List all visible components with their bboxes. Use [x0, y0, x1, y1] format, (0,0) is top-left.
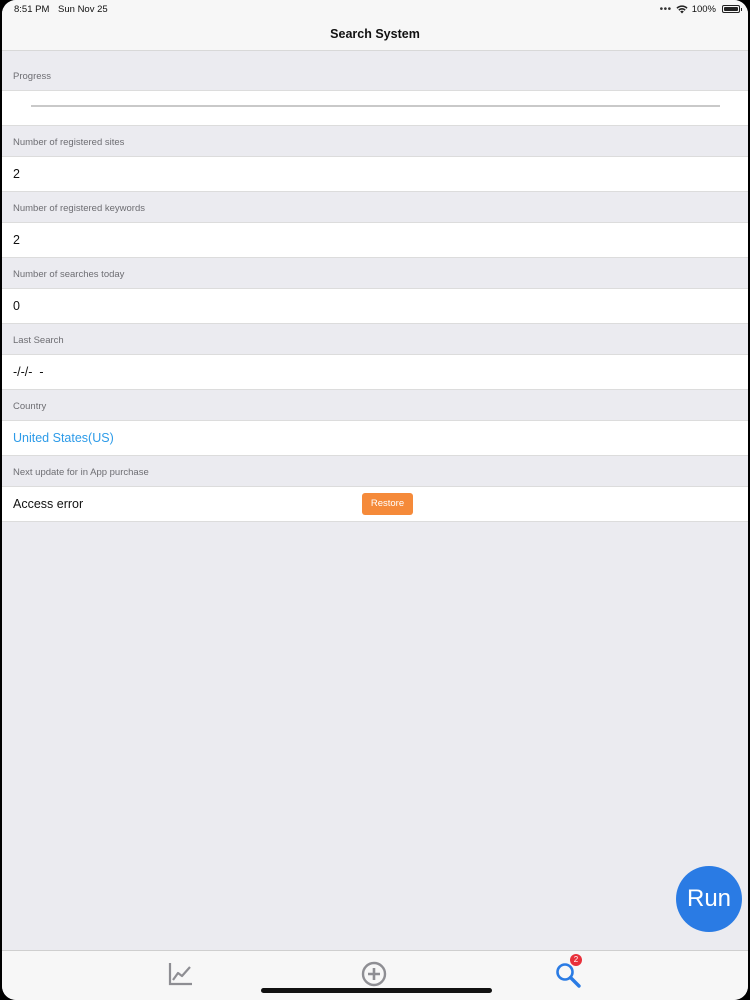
- searches-today-cell: 0: [2, 288, 748, 324]
- wifi-icon: [676, 5, 688, 14]
- status-time: 8:51 PM: [14, 4, 50, 15]
- country-cell[interactable]: United States(US): [2, 420, 748, 456]
- run-button[interactable]: Run: [676, 866, 742, 932]
- registered-keywords-cell: 2: [2, 222, 748, 258]
- next-update-value: Access error: [13, 497, 84, 511]
- next-update-header: Next update for in App purchase: [13, 467, 149, 478]
- progress-cell: [2, 90, 748, 126]
- status-time-date: 8:51 PM Sun Nov 25: [14, 4, 114, 15]
- navigation-bar: Search System: [2, 18, 748, 51]
- restore-button[interactable]: Restore: [362, 493, 413, 515]
- app-screen: 8:51 PM Sun Nov 25 ••• 100% Search Syste…: [2, 0, 748, 1000]
- tab-search[interactable]: 2: [553, 954, 583, 989]
- add-circle-icon: [361, 961, 387, 987]
- notification-badge: 2: [570, 954, 582, 966]
- tab-add[interactable]: [359, 959, 389, 989]
- page-title: Search System: [330, 27, 420, 41]
- registered-sites-cell: 2: [2, 156, 748, 192]
- searches-today-value: 0: [13, 299, 20, 313]
- last-search-header: Last Search: [13, 335, 64, 346]
- status-bar: 8:51 PM Sun Nov 25 ••• 100%: [2, 0, 748, 18]
- tab-chart[interactable]: [165, 959, 195, 989]
- home-indicator[interactable]: [261, 988, 492, 993]
- battery-icon: [722, 5, 742, 13]
- country-value[interactable]: United States(US): [13, 431, 114, 445]
- chart-icon: [168, 963, 192, 986]
- multitasking-dots-icon: •••: [659, 4, 672, 15]
- last-search-cell: -/-/- -: [2, 354, 748, 390]
- progress-bar: [31, 105, 720, 107]
- next-update-cell: Access error Restore: [2, 486, 748, 522]
- last-search-value: -/-/- -: [13, 365, 44, 379]
- registered-keywords-value: 2: [13, 233, 20, 247]
- country-header: Country: [13, 401, 47, 412]
- progress-header: Progress: [13, 71, 52, 82]
- searches-today-header: Number of searches today: [13, 269, 125, 280]
- registered-keywords-header: Number of registered keywords: [13, 203, 145, 214]
- registered-sites-header: Number of registered sites: [13, 137, 125, 148]
- status-date: Sun Nov 25: [58, 4, 108, 15]
- registered-sites-value: 2: [13, 167, 20, 181]
- battery-percent: 100%: [691, 4, 716, 15]
- status-indicators: ••• 100%: [660, 4, 716, 15]
